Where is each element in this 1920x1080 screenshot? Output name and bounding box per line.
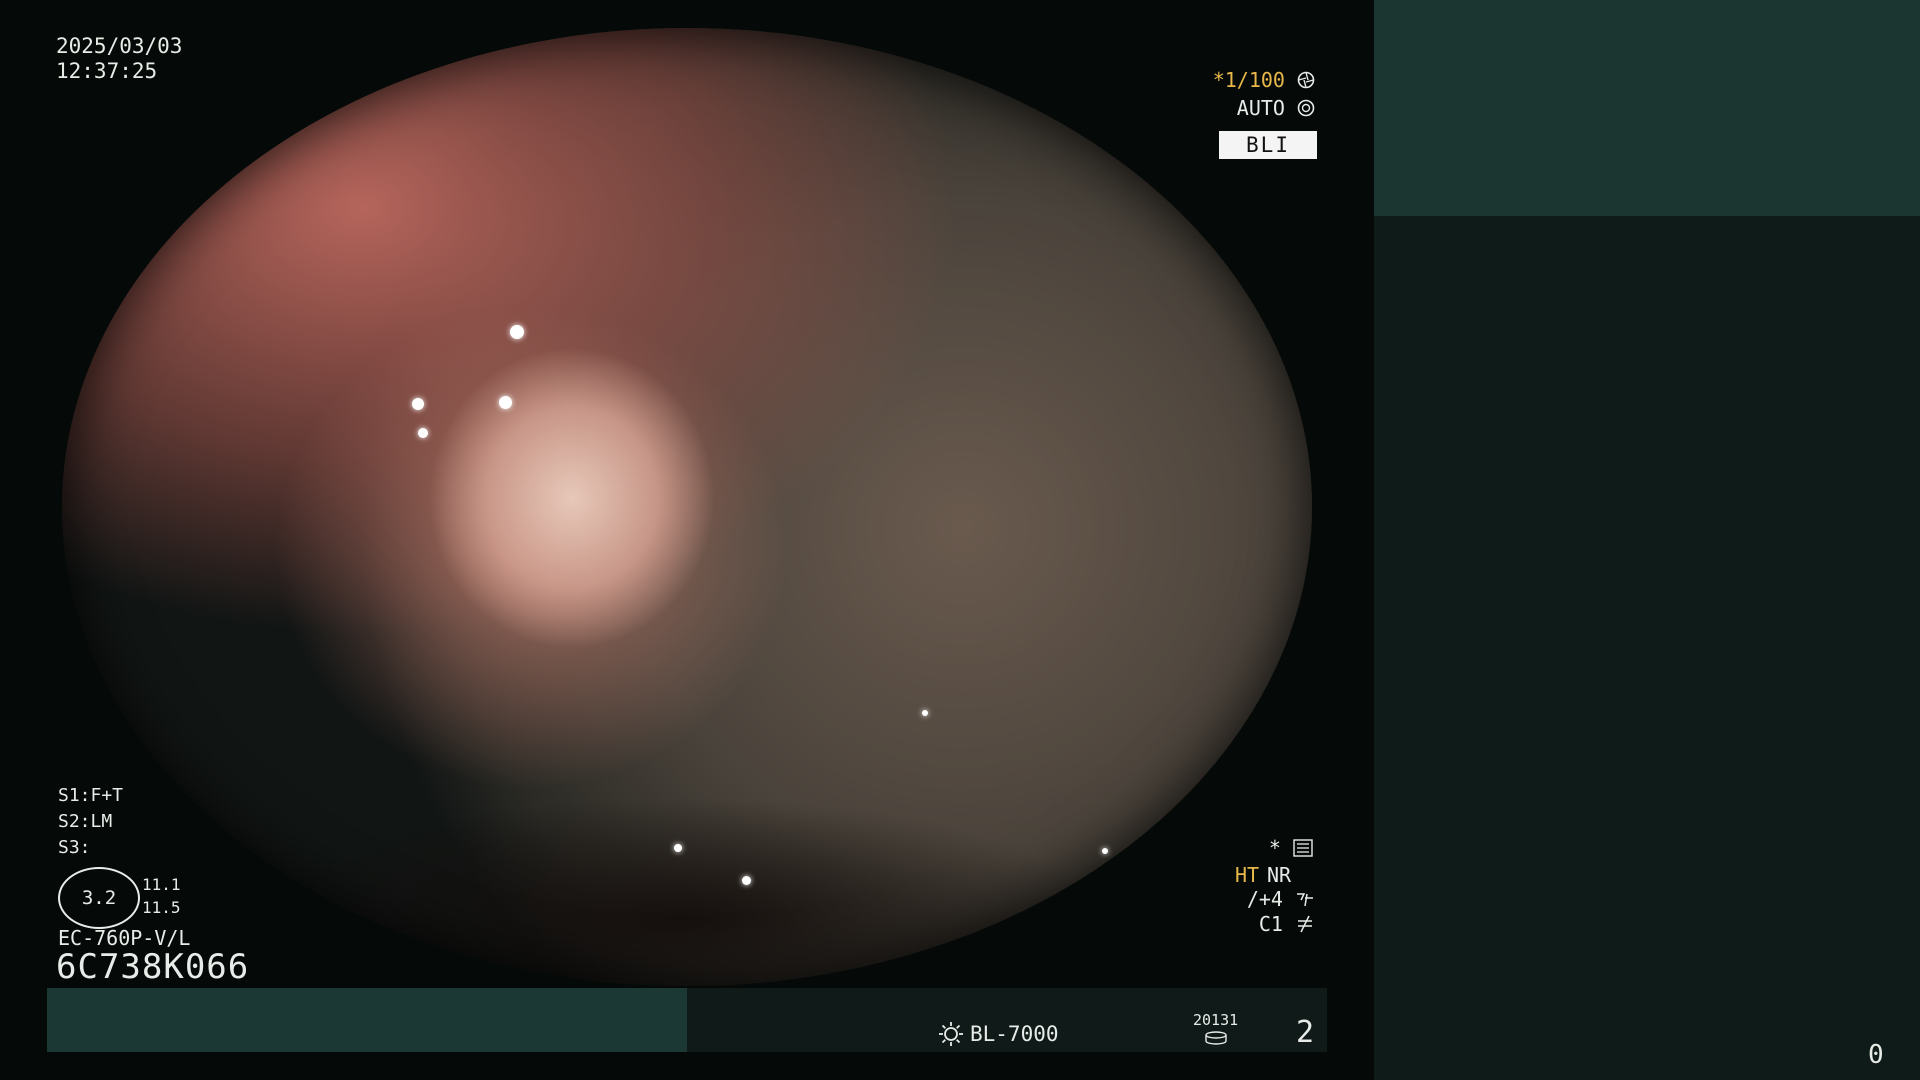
right-top-panel <box>1374 0 1920 216</box>
nr-indicator: NR <box>1267 863 1292 887</box>
color-indicator: C1 <box>1259 914 1315 934</box>
iris-mode-text: AUTO <box>1236 96 1285 120</box>
endoscope-image <box>62 28 1312 986</box>
specular-highlight <box>674 844 682 852</box>
specular-highlight <box>1102 848 1108 854</box>
zoom-line-2: 11.5 <box>142 898 181 917</box>
zoom-value: 3.2 <box>81 887 117 909</box>
page-number: 2 <box>1296 1015 1315 1050</box>
scope-model: EC-760P-V/L <box>58 926 191 950</box>
top-mask <box>0 0 1372 28</box>
right-bottom-panel <box>1374 216 1920 1080</box>
switch-2-setting: S2:LM <box>58 811 113 832</box>
mode-label: BLI <box>1246 133 1290 157</box>
corner-number: 0 <box>1868 1040 1884 1070</box>
scope-serial: 6C738K066 <box>56 947 250 987</box>
zoom-indicator: 3.2 <box>58 867 140 929</box>
enhance-icon <box>1297 893 1313 907</box>
settings-star: * <box>1268 836 1281 860</box>
specular-highlight <box>499 396 512 409</box>
lamp-icon <box>939 1022 963 1046</box>
light-source-text: BL-7000 <box>970 1021 1059 1046</box>
disk-icon <box>1205 1031 1227 1045</box>
settings-indicator: * <box>1269 838 1313 858</box>
iris-indicator: AUTO <box>1237 98 1315 118</box>
bottom-bar-left <box>47 988 687 1052</box>
specular-highlight <box>922 710 928 716</box>
enhance-text: /+4 <box>1246 887 1283 911</box>
shutter-indicator: *1/100 <box>1213 70 1315 90</box>
date-text: 2025/03/03 <box>56 34 183 58</box>
specular-highlight <box>510 325 524 339</box>
time-text: 12:37:25 <box>56 59 158 83</box>
ht-indicator: HT <box>1235 863 1260 887</box>
light-source: BL-7000 <box>938 1021 1059 1047</box>
switch-3-setting: S3: <box>58 837 91 858</box>
enhance-indicator: /+4 <box>1247 889 1315 909</box>
auto-iris-icon <box>1297 99 1315 117</box>
color-mode-text: C1 <box>1258 912 1283 936</box>
switch-1-setting: S1:F+T <box>58 785 124 806</box>
zoom-line-1: 11.1 <box>142 875 181 894</box>
mode-badge: BLI <box>1219 131 1317 159</box>
specular-highlight <box>412 398 424 410</box>
aperture-icon <box>1297 71 1315 89</box>
shutter-text: *1/100 <box>1212 68 1285 92</box>
counter: 20131 <box>1193 1011 1239 1029</box>
color-icon <box>1298 915 1312 933</box>
datetime: 2025/03/03 12:37:25 <box>56 36 182 86</box>
specular-highlight <box>742 876 751 885</box>
specular-highlight <box>418 428 428 438</box>
settings-list-icon <box>1293 839 1313 857</box>
